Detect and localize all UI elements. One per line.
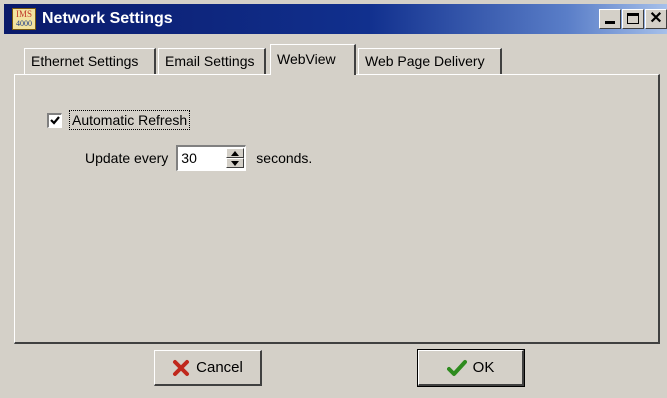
automatic-refresh-label[interactable]: Automatic Refresh [69, 110, 191, 130]
seconds-label: seconds. [256, 150, 313, 166]
update-every-label: Update every [85, 150, 169, 166]
title-bar[interactable]: IMS 4000 Network Settings ✕ [4, 4, 667, 34]
app-icon-text-bottom: 4000 [16, 19, 32, 28]
green-check-icon [446, 359, 467, 377]
update-interval-row: Update every 30 seconds. [85, 145, 312, 171]
automatic-refresh-row: Automatic Refresh [47, 110, 191, 130]
checkmark-icon [50, 115, 60, 125]
tab-email-settings[interactable]: Email Settings [158, 48, 266, 74]
window-title: Network Settings [42, 10, 173, 27]
arrow-up-icon [231, 151, 240, 156]
webview-panel: Automatic Refresh Update every 30 second… [14, 74, 660, 344]
tab-webview[interactable]: WebView [270, 44, 356, 75]
ok-label: OK [472, 359, 495, 376]
update-interval-value[interactable]: 30 [181, 149, 197, 167]
cancel-button[interactable]: Cancel [154, 350, 262, 386]
app-icon: IMS 4000 [12, 8, 36, 30]
tab-ethernet-settings[interactable]: Ethernet Settings [24, 48, 156, 74]
minimize-icon [605, 21, 615, 24]
maximize-icon [627, 13, 639, 24]
automatic-refresh-checkbox[interactable] [47, 112, 62, 128]
spinner-buttons [226, 148, 245, 169]
spinner-up-button[interactable] [226, 148, 245, 158]
arrow-down-icon [231, 161, 240, 166]
tab-web-page-delivery[interactable]: Web Page Delivery [358, 48, 502, 74]
cancel-label: Cancel [196, 359, 243, 376]
red-x-icon [172, 359, 190, 377]
maximize-button[interactable] [622, 9, 644, 29]
close-button[interactable]: ✕ [645, 9, 667, 29]
app-icon-text-top: IMS [15, 9, 32, 19]
spinner-down-button[interactable] [226, 158, 245, 168]
window-controls: ✕ [598, 9, 667, 29]
update-interval-spinner[interactable]: 30 [176, 145, 247, 171]
network-settings-window: IMS 4000 Network Settings ✕ Ethernet Set… [0, 0, 667, 398]
close-icon: ✕ [649, 10, 663, 27]
ok-button[interactable]: OK [417, 349, 525, 387]
minimize-button[interactable] [599, 9, 621, 29]
